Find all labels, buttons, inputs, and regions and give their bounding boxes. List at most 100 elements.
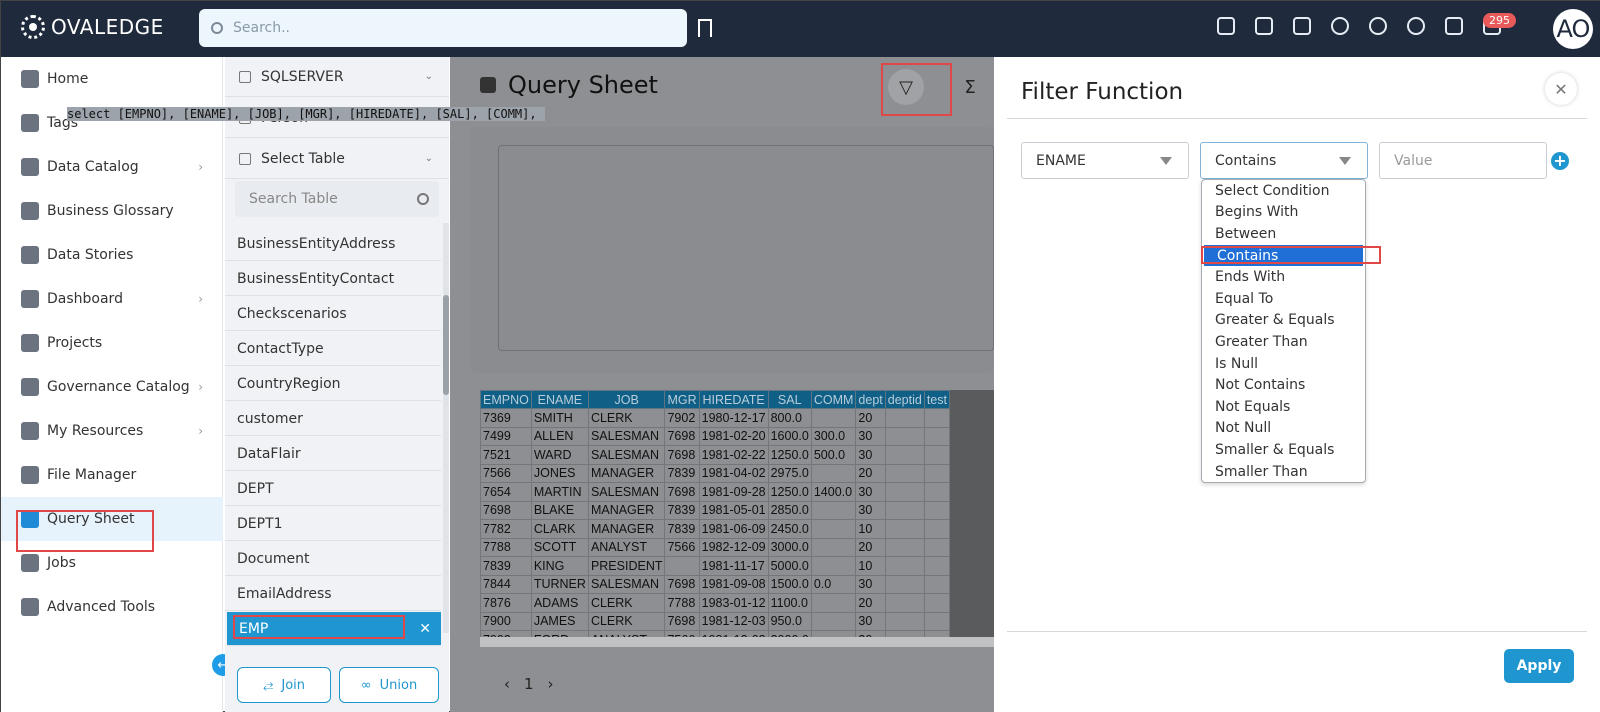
column-header[interactable]: dept [855, 390, 886, 409]
sql-editor[interactable] [498, 145, 994, 351]
sidebar-item-data-stories[interactable]: Data Stories [1, 233, 223, 277]
condition-option[interactable]: Ends With [1202, 266, 1365, 288]
condition-option[interactable]: Greater Than [1202, 331, 1365, 353]
table-item[interactable]: ContactType [225, 332, 441, 366]
condition-option[interactable]: Equal To [1202, 288, 1365, 310]
connection-select[interactable]: SQLSERVER ⌄ [225, 57, 449, 97]
table-row[interactable]: 7566 JONES MANAGER 7839 1981-04-02 2975.0 20 [480, 463, 950, 483]
table-item[interactable]: Checkscenarios [225, 297, 441, 331]
tables-scrollbar[interactable] [443, 223, 449, 633]
table-row[interactable]: 7900 JAMES CLERK 7698 1981-12-03 950.0 30 [480, 611, 950, 631]
result-hscroll[interactable] [480, 637, 994, 647]
condition-option[interactable]: Between [1202, 223, 1365, 245]
table-row[interactable]: 7788 SCOTT ANALYST 7566 1982-12-09 3000.0 20 [480, 537, 950, 557]
condition-option[interactable]: Greater & Equals [1202, 310, 1365, 332]
sidebar-item-governance-catalog[interactable]: Governance Catalog › [1, 365, 223, 409]
table-cell [884, 593, 925, 613]
table-item[interactable]: DEPT [225, 472, 441, 506]
condition-option[interactable]: Is Null [1202, 353, 1365, 375]
condition-option[interactable]: Begins With [1202, 202, 1365, 224]
table-row[interactable]: 7839 KING PRESIDENT 1981-11-17 5000.0 10 [480, 556, 950, 576]
close-icon: ✕ [1554, 79, 1568, 99]
info-icon[interactable] [1331, 17, 1349, 35]
sidebar-item-advanced-tools[interactable]: Advanced Tools [1, 585, 223, 629]
tasks-icon[interactable] [1255, 17, 1273, 35]
table-row[interactable]: 7654 MARTIN SALESMAN 7698 1981-09-28 1250.0 14… [480, 482, 950, 502]
table-select[interactable]: Select Table ⌄ [225, 139, 449, 179]
chrome-icon[interactable] [1369, 17, 1387, 35]
global-search[interactable] [199, 9, 687, 47]
sidebar-item-business-glossary[interactable]: Business Glossary [1, 189, 223, 233]
table-row[interactable]: 7698 BLAKE MANAGER 7839 1981-05-01 2850.0 30 [480, 500, 950, 520]
value-input[interactable] [1394, 152, 1534, 169]
value-field[interactable] [1379, 142, 1547, 179]
column-header[interactable]: test [923, 390, 950, 409]
table-cell [884, 408, 925, 428]
chevron-right-icon: › [198, 160, 203, 174]
column-select[interactable]: ENAME [1021, 142, 1189, 179]
table-item[interactable]: customer [225, 402, 441, 436]
apply-button[interactable]: Apply [1504, 649, 1574, 683]
prev-page-icon[interactable]: ‹ [504, 675, 510, 693]
condition-option[interactable]: Smaller & Equals [1202, 439, 1365, 461]
table-row[interactable]: 7844 TURNER SALESMAN 7698 1981-09-08 1500.0 0.… [480, 574, 950, 594]
condition-option[interactable]: Not Contains [1202, 374, 1365, 396]
sidebar-item-projects[interactable]: Projects [1, 321, 223, 365]
condition-select[interactable]: Contains [1200, 142, 1368, 179]
table-row[interactable]: 7782 CLARK MANAGER 7839 1981-06-09 2450.0 10 [480, 519, 950, 539]
table-item[interactable]: DEPT1 [225, 507, 441, 541]
table-row[interactable]: 7521 WARD SALESMAN 7698 1981-02-22 1250.0 500.… [480, 445, 950, 465]
table-cell: 7698 [664, 482, 700, 502]
table-search[interactable] [235, 181, 439, 217]
column-header[interactable]: HIREDATE [698, 390, 769, 409]
ovaledge-logo[interactable]: OVALEDGE [21, 15, 164, 39]
sidebar-item-home[interactable]: Home [1, 57, 223, 101]
aggregate-button[interactable]: Σ [952, 69, 988, 105]
condition-option[interactable]: Not Null [1202, 418, 1365, 440]
table-cell [923, 463, 950, 483]
sql-text[interactable]: select [EMPNO], [ENAME], [JOB], [MGR], [… [67, 107, 545, 121]
sidebar-item-dashboard[interactable]: Dashboard › [1, 277, 223, 321]
column-header[interactable]: deptid [884, 390, 925, 409]
avatar[interactable]: AO [1553, 9, 1593, 49]
table-row[interactable]: 7499 ALLEN SALESMAN 7698 1981-02-20 1600.0 300… [480, 426, 950, 446]
condition-option[interactable]: Select Condition [1202, 180, 1365, 202]
table-search-input[interactable] [249, 191, 409, 207]
scrollbar-thumb[interactable] [443, 295, 449, 395]
column-header[interactable]: COMM [810, 390, 857, 409]
table-cell: SALESMAN [587, 574, 666, 594]
bookmark-icon[interactable] [698, 19, 712, 37]
hand-icon[interactable] [1293, 17, 1311, 35]
column-header[interactable]: ENAME [530, 390, 589, 409]
table-cell: SALESMAN [587, 426, 666, 446]
table-item[interactable]: EmailAddress [225, 577, 441, 611]
table-cell [884, 519, 925, 539]
cart-icon[interactable] [1217, 17, 1235, 35]
table-item[interactable]: CountryRegion [225, 367, 441, 401]
add-filter-button[interactable]: + [1551, 152, 1569, 170]
union-button[interactable]: ∞ Union [339, 667, 439, 703]
column-header[interactable]: MGR [664, 390, 700, 409]
join-button[interactable]: ⥄ Join [237, 667, 331, 703]
close-filter-button[interactable]: ✕ [1545, 73, 1577, 105]
search-input[interactable] [233, 20, 653, 36]
table-row[interactable]: 7369 SMITH CLERK 7902 1980-12-17 800.0 20 [480, 408, 950, 428]
table-item[interactable]: BusinessEntityContact [225, 262, 441, 296]
table-cell: 7900 [480, 611, 532, 631]
condition-option[interactable]: Not Equals [1202, 396, 1365, 418]
sidebar-item-file-manager[interactable]: File Manager [1, 453, 223, 497]
column-header[interactable]: SAL [767, 390, 812, 409]
next-page-icon[interactable]: › [548, 675, 554, 693]
help-icon[interactable] [1407, 17, 1425, 35]
close-icon[interactable]: ✕ [419, 621, 431, 637]
table-row[interactable]: 7876 ADAMS CLERK 7788 1983-01-12 1100.0 20 [480, 593, 950, 613]
condition-option[interactable]: Smaller Than [1202, 461, 1365, 483]
table-item[interactable]: BusinessEntityAddress [225, 227, 441, 261]
expand-icon[interactable] [1445, 17, 1463, 35]
table-item[interactable]: DataFlair [225, 437, 441, 471]
column-header[interactable]: EMPNO [480, 390, 532, 409]
sidebar-item-my-resources[interactable]: My Resources › [1, 409, 223, 453]
column-header[interactable]: JOB [587, 390, 666, 409]
table-item[interactable]: Document [225, 542, 441, 576]
sidebar-item-data-catalog[interactable]: Data Catalog › [1, 145, 223, 189]
